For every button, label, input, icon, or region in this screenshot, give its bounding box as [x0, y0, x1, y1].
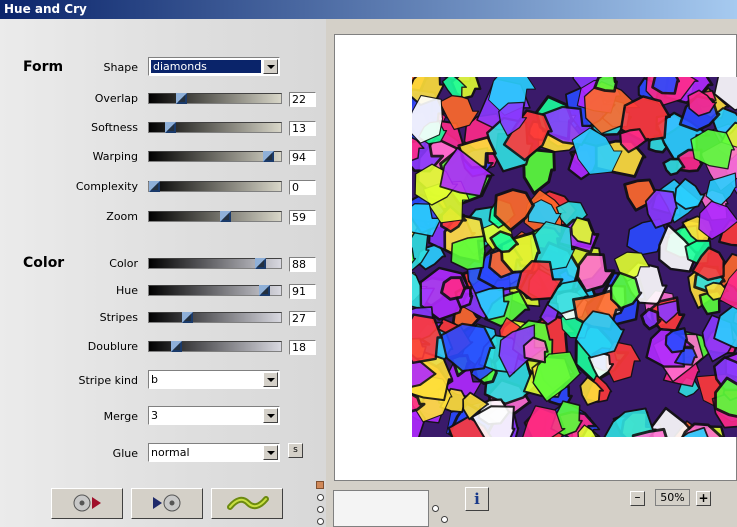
chevron-down-icon[interactable]: [263, 372, 278, 387]
randomize-button[interactable]: [211, 488, 283, 519]
handle-circle[interactable]: [317, 506, 324, 513]
slider-thumb[interactable]: [165, 122, 176, 133]
stripes-label: Stripes: [99, 311, 138, 324]
overlap-value[interactable]: 22: [289, 92, 316, 107]
shape-select[interactable]: diamonds: [148, 57, 280, 76]
window-title: Hue and Cry: [4, 2, 87, 16]
zoom-slider[interactable]: [148, 211, 282, 222]
warping-slider[interactable]: [148, 151, 282, 162]
thumbnail-box: [333, 490, 429, 527]
softness-value[interactable]: 13: [289, 121, 316, 136]
wave-icon: [227, 496, 269, 510]
merge-label: Merge: [103, 410, 138, 423]
stripe-kind-select[interactable]: b: [148, 370, 280, 389]
info-button[interactable]: i: [465, 487, 489, 511]
slider-thumb[interactable]: [182, 312, 193, 323]
glue-label: Glue: [112, 447, 138, 460]
doublure-slider[interactable]: [148, 341, 282, 352]
warping-label: Warping: [92, 150, 138, 163]
color-label: Color: [109, 257, 138, 270]
doublure-label: Doublure: [87, 340, 138, 353]
merge-value: 3: [151, 409, 158, 422]
handle-circle[interactable]: [441, 516, 448, 523]
slider-thumb[interactable]: [263, 151, 274, 162]
hue-slider[interactable]: [148, 285, 282, 296]
complexity-value[interactable]: 0: [289, 180, 316, 195]
zoom-level: 50%: [655, 489, 690, 506]
color-swatch[interactable]: [316, 481, 324, 489]
slider-thumb[interactable]: [176, 93, 187, 104]
color-value[interactable]: 88: [289, 257, 316, 272]
stripes-slider[interactable]: [148, 312, 282, 323]
overlap-slider[interactable]: [148, 93, 282, 104]
hue-value[interactable]: 91: [289, 284, 316, 299]
hue-label: Hue: [115, 284, 138, 297]
shape-value: diamonds: [151, 60, 261, 73]
complexity-label: Complexity: [75, 180, 138, 193]
generated-image: [412, 77, 737, 437]
stripe-kind-value: b: [151, 373, 158, 386]
chevron-down-icon[interactable]: [263, 408, 278, 423]
disc-play-icon: [73, 494, 101, 512]
stripe-kind-label: Stripe kind: [78, 374, 138, 387]
save-button[interactable]: [131, 488, 203, 519]
slider-thumb[interactable]: [220, 211, 231, 222]
slider-thumb[interactable]: [149, 181, 160, 192]
stripes-value[interactable]: 27: [289, 311, 316, 326]
shape-label: Shape: [103, 61, 138, 74]
overlap-label: Overlap: [94, 92, 138, 105]
glue-value: normal: [151, 446, 190, 459]
merge-select[interactable]: 3: [148, 406, 280, 425]
handle-circle[interactable]: [432, 505, 439, 512]
slider-thumb[interactable]: [259, 285, 270, 296]
chevron-down-icon[interactable]: [263, 59, 278, 74]
load-button[interactable]: [51, 488, 123, 519]
play-disc-icon: [153, 494, 181, 512]
glue-select[interactable]: normal: [148, 443, 280, 462]
panel-divider: [326, 19, 333, 527]
warping-value[interactable]: 94: [289, 150, 316, 165]
slider-thumb[interactable]: [255, 258, 266, 269]
title-bar: Hue and Cry: [0, 0, 737, 19]
zoom-value[interactable]: 59: [289, 210, 316, 225]
zoom-label: Zoom: [106, 210, 138, 223]
doublure-value[interactable]: 18: [289, 340, 316, 355]
zoom-in-button[interactable]: +: [696, 491, 711, 506]
slider-thumb[interactable]: [171, 341, 182, 352]
zoom-out-button[interactable]: –: [630, 491, 645, 506]
handle-circle[interactable]: [317, 518, 324, 525]
complexity-slider[interactable]: [148, 181, 282, 192]
softness-label: Softness: [91, 121, 138, 134]
softness-slider[interactable]: [148, 122, 282, 133]
handle-circle[interactable]: [317, 494, 324, 501]
chevron-down-icon[interactable]: [263, 445, 278, 460]
glue-s-button[interactable]: s: [288, 443, 303, 458]
color-slider[interactable]: [148, 258, 282, 269]
